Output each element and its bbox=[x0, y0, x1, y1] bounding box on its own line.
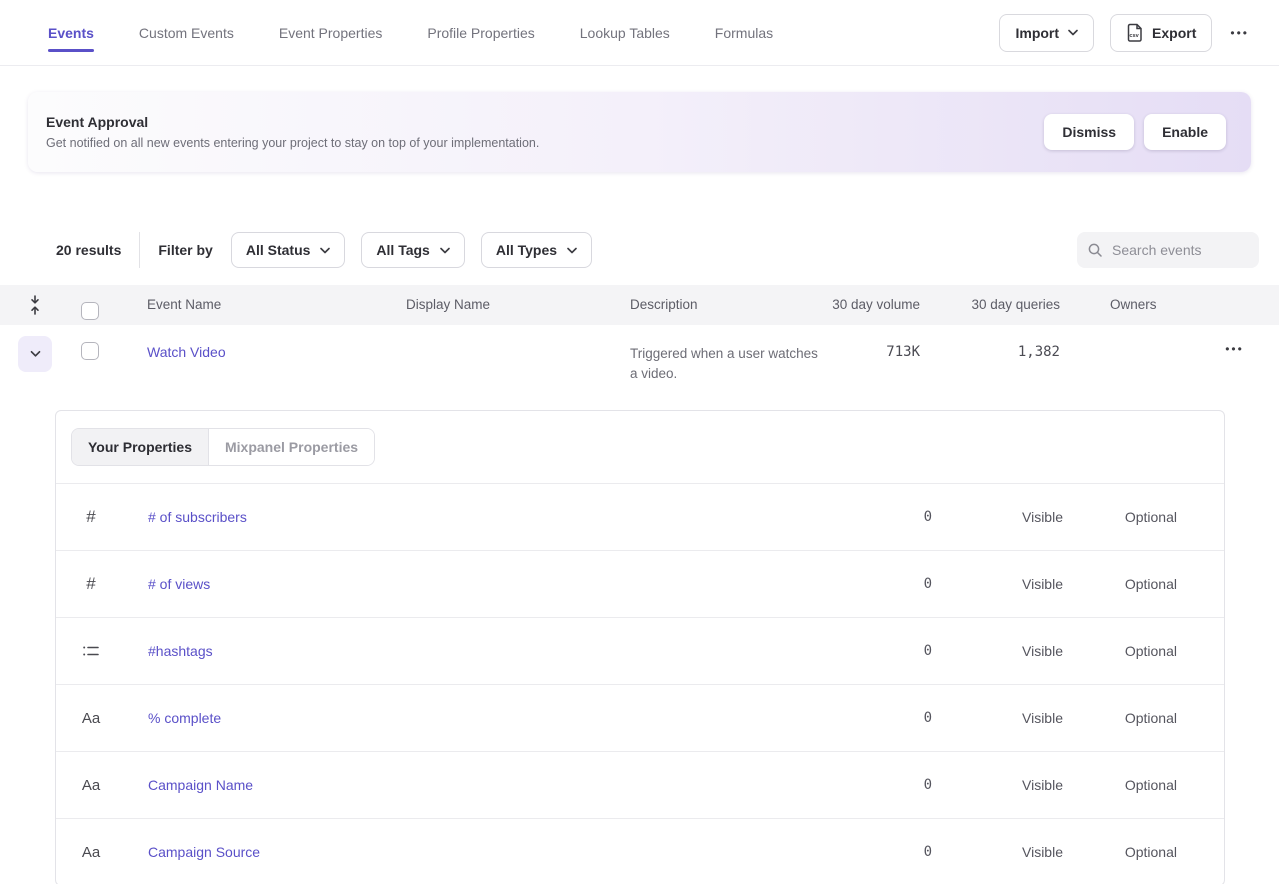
top-nav: Events Custom Events Event Properties Pr… bbox=[0, 0, 1279, 66]
status-filter-dropdown[interactable]: All Status bbox=[231, 232, 346, 268]
property-row: #hashtags 0 Visible Optional bbox=[56, 617, 1224, 684]
csv-file-icon: csv bbox=[1126, 23, 1143, 42]
property-row: # # of subscribers 0 Visible Optional bbox=[56, 483, 1224, 550]
properties-panel: Your Properties Mixpanel Properties # # … bbox=[55, 410, 1225, 884]
property-queries-value: 0 bbox=[849, 844, 932, 860]
property-row: Aa Campaign Name 0 Visible Optional bbox=[56, 751, 1224, 818]
property-name-link[interactable]: # of subscribers bbox=[148, 509, 247, 525]
property-visibility: Visible bbox=[932, 710, 1063, 726]
status-filter-label: All Status bbox=[246, 242, 311, 258]
property-visibility: Visible bbox=[932, 576, 1063, 592]
collapse-all-icon[interactable] bbox=[0, 294, 70, 316]
property-name-link[interactable]: Campaign Source bbox=[148, 844, 260, 860]
column-header-owners: Owners bbox=[1060, 285, 1190, 325]
column-header-volume: 30 day volume bbox=[826, 285, 920, 325]
search-input[interactable] bbox=[1112, 242, 1242, 258]
tab-events[interactable]: Events bbox=[48, 0, 94, 65]
queries-value: 1,382 bbox=[920, 325, 1060, 360]
volume-value: 713K bbox=[826, 325, 920, 360]
table-row: Watch Video Triggered when a user watche… bbox=[0, 325, 1279, 400]
import-button-label: Import bbox=[1015, 25, 1059, 41]
select-all-checkbox[interactable] bbox=[81, 302, 99, 320]
tab-mixpanel-properties[interactable]: Mixpanel Properties bbox=[209, 429, 374, 465]
number-type-icon: # bbox=[56, 507, 126, 527]
tab-lookup-tables[interactable]: Lookup Tables bbox=[580, 0, 670, 65]
tab-custom-events[interactable]: Custom Events bbox=[139, 0, 234, 65]
chevron-down-icon bbox=[1068, 29, 1078, 36]
tags-filter-dropdown[interactable]: All Tags bbox=[361, 232, 464, 268]
property-queries-value: 0 bbox=[849, 643, 932, 659]
search-icon bbox=[1087, 242, 1103, 258]
property-requirement: Optional bbox=[1063, 576, 1177, 592]
banner-text: Event Approval Get notified on all new e… bbox=[28, 114, 539, 150]
column-header-queries: 30 day queries bbox=[920, 285, 1060, 325]
properties-tab-bar: Your Properties Mixpanel Properties bbox=[56, 411, 1224, 483]
text-type-icon: Aa bbox=[56, 710, 126, 727]
collapse-row-button[interactable] bbox=[18, 336, 52, 372]
row-more-options-icon[interactable]: ••• bbox=[1223, 338, 1246, 360]
enable-button[interactable]: Enable bbox=[1144, 114, 1226, 150]
property-name-link[interactable]: % complete bbox=[148, 710, 221, 726]
tab-formulas[interactable]: Formulas bbox=[715, 0, 773, 65]
property-name-link[interactable]: #hashtags bbox=[148, 643, 213, 659]
number-type-icon: # bbox=[56, 574, 126, 594]
property-row: # # of views 0 Visible Optional bbox=[56, 550, 1224, 617]
event-name-link[interactable]: Watch Video bbox=[147, 344, 226, 360]
results-count: 20 results bbox=[56, 242, 121, 258]
import-button[interactable]: Import bbox=[999, 14, 1094, 52]
property-queries-value: 0 bbox=[849, 509, 932, 525]
types-filter-label: All Types bbox=[496, 242, 557, 258]
banner-description: Get notified on all new events entering … bbox=[46, 136, 539, 150]
property-requirement: Optional bbox=[1063, 777, 1177, 793]
text-type-icon: Aa bbox=[56, 844, 126, 861]
export-button[interactable]: csv Export bbox=[1110, 14, 1212, 52]
filter-by-label: Filter by bbox=[158, 242, 212, 258]
list-type-icon bbox=[56, 643, 126, 659]
property-requirement: Optional bbox=[1063, 844, 1177, 860]
chevron-down-icon bbox=[440, 247, 450, 254]
text-type-icon: Aa bbox=[56, 777, 126, 794]
property-queries-value: 0 bbox=[849, 710, 932, 726]
property-visibility: Visible bbox=[932, 844, 1063, 860]
divider bbox=[139, 232, 140, 268]
tab-event-properties[interactable]: Event Properties bbox=[279, 0, 383, 65]
row-checkbox[interactable] bbox=[81, 342, 99, 360]
nav-actions: Import csv Export ••• bbox=[999, 14, 1279, 52]
property-visibility: Visible bbox=[932, 777, 1063, 793]
table-header: Event Name Display Name Description 30 d… bbox=[0, 285, 1279, 325]
more-options-icon[interactable]: ••• bbox=[1228, 22, 1251, 44]
property-queries-value: 0 bbox=[849, 576, 932, 592]
tab-your-properties[interactable]: Your Properties bbox=[72, 429, 209, 465]
column-header-description: Description bbox=[630, 285, 826, 325]
dismiss-button[interactable]: Dismiss bbox=[1044, 114, 1134, 150]
event-approval-banner: Event Approval Get notified on all new e… bbox=[28, 92, 1251, 172]
banner-title: Event Approval bbox=[46, 114, 539, 130]
property-row: Aa % complete 0 Visible Optional bbox=[56, 684, 1224, 751]
filter-bar: 20 results Filter by All Status All Tags… bbox=[0, 232, 1279, 268]
banner-actions: Dismiss Enable bbox=[1044, 114, 1251, 150]
property-queries-value: 0 bbox=[849, 777, 932, 793]
nav-tabs: Events Custom Events Event Properties Pr… bbox=[0, 0, 773, 65]
chevron-down-icon bbox=[30, 350, 41, 358]
export-button-label: Export bbox=[1152, 25, 1196, 41]
property-name-link[interactable]: # of views bbox=[148, 576, 210, 592]
types-filter-dropdown[interactable]: All Types bbox=[481, 232, 592, 268]
search-events-box bbox=[1077, 232, 1259, 268]
property-requirement: Optional bbox=[1063, 643, 1177, 659]
property-visibility: Visible bbox=[932, 643, 1063, 659]
chevron-down-icon bbox=[567, 247, 577, 254]
column-header-display-name: Display Name bbox=[406, 285, 630, 325]
chevron-down-icon bbox=[320, 247, 330, 254]
svg-text:csv: csv bbox=[1129, 33, 1139, 39]
property-row: Aa Campaign Source 0 Visible Optional bbox=[56, 818, 1224, 884]
property-requirement: Optional bbox=[1063, 710, 1177, 726]
property-name-link[interactable]: Campaign Name bbox=[148, 777, 253, 793]
property-visibility: Visible bbox=[932, 509, 1063, 525]
tags-filter-label: All Tags bbox=[376, 242, 429, 258]
tab-profile-properties[interactable]: Profile Properties bbox=[427, 0, 534, 65]
property-requirement: Optional bbox=[1063, 509, 1177, 525]
properties-segmented-control: Your Properties Mixpanel Properties bbox=[71, 428, 375, 466]
column-header-event-name: Event Name bbox=[147, 285, 406, 325]
event-description: Triggered when a user watches a video. bbox=[630, 346, 818, 381]
